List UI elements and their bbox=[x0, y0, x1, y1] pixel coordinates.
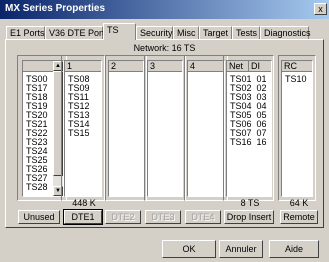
rc-count: 64 K bbox=[289, 198, 309, 208]
properties-window: MX Series Properties x E1 Ports V36 DTE … bbox=[0, 0, 329, 262]
unused-button[interactable]: Unused bbox=[18, 210, 60, 224]
dte3-header-label: 3 bbox=[148, 61, 182, 72]
list-item[interactable]: TS16 16 bbox=[230, 138, 267, 147]
rc-header-label: RC bbox=[282, 61, 312, 72]
dte1-group: 1 TS08 TS09 TS11 TS12 TS13 TS14 TS15 bbox=[61, 55, 105, 201]
tab-misc[interactable]: Misc bbox=[173, 26, 199, 39]
dte4-header-label: 4 bbox=[188, 61, 224, 72]
dte1-header-label: 1 bbox=[65, 61, 101, 72]
net-header-di: DI bbox=[249, 61, 271, 72]
ok-button[interactable]: OK bbox=[162, 240, 216, 258]
unused-list[interactable]: TS00 TS17 TS18 TS19 TS20 TS21 TS22 TS23 … bbox=[22, 60, 64, 197]
dte1-count: 448 K bbox=[72, 198, 96, 208]
net-group: Net DI TS01 01 TS02 02 TS03 03 TS04 04 T… bbox=[223, 55, 274, 201]
dte3-button[interactable]: DTE3 bbox=[145, 210, 181, 224]
dte2-list[interactable]: 2 bbox=[108, 60, 144, 197]
dte2-header-label: 2 bbox=[109, 61, 143, 72]
rc-list[interactable]: RC TS10 bbox=[281, 60, 313, 197]
rc-group: RC TS10 bbox=[278, 55, 316, 201]
tab-diagnostics[interactable]: Diagnostics bbox=[260, 26, 311, 39]
close-button[interactable]: x bbox=[314, 3, 327, 15]
dte1-list[interactable]: 1 TS08 TS09 TS11 TS12 TS13 TS14 TS15 bbox=[64, 60, 102, 197]
dte3-list[interactable]: 3 bbox=[147, 60, 183, 197]
list-item[interactable]: TS10 bbox=[285, 75, 307, 84]
dte3-group: 3 bbox=[144, 55, 186, 201]
net-header-net: Net bbox=[227, 61, 249, 72]
list-item[interactable]: TS28 bbox=[26, 183, 48, 192]
dte2-button[interactable]: DTE2 bbox=[105, 210, 141, 224]
dte1-button[interactable]: DTE1 bbox=[63, 209, 103, 225]
window-title: MX Series Properties bbox=[5, 3, 106, 14]
unused-group: TS00 TS17 TS18 TS19 TS20 TS21 TS22 TS23 … bbox=[17, 55, 67, 201]
unused-list-header bbox=[23, 61, 55, 72]
cancel-button[interactable]: Annuler bbox=[219, 240, 263, 258]
title-bar: MX Series Properties x bbox=[0, 0, 329, 19]
tab-tests[interactable]: Tests bbox=[232, 26, 260, 39]
dte2-group: 2 bbox=[105, 55, 147, 201]
remote-button[interactable]: Remote bbox=[280, 210, 318, 224]
help-button[interactable]: Aide bbox=[269, 240, 319, 258]
ts-panel: Network: 16 TS TS00 TS17 TS18 TS19 TS20 … bbox=[5, 39, 324, 228]
dte4-list[interactable]: 4 bbox=[187, 60, 225, 197]
net-count: 8 TS bbox=[240, 198, 260, 208]
tab-target[interactable]: Target bbox=[199, 26, 232, 39]
list-item[interactable]: TS15 bbox=[68, 129, 90, 138]
dte4-group: 4 bbox=[184, 55, 228, 201]
tab-e1-ports[interactable]: E1 Ports bbox=[6, 26, 45, 39]
network-label: Network: 16 TS bbox=[133, 43, 196, 53]
tab-ts[interactable]: TS bbox=[103, 23, 136, 40]
tab-v36-dte-port[interactable]: V36 DTE Port bbox=[45, 26, 105, 39]
net-list[interactable]: Net DI TS01 01 TS02 02 TS03 03 TS04 04 T… bbox=[226, 60, 272, 197]
drop-insert-button[interactable]: Drop Insert bbox=[224, 210, 274, 224]
dte4-button[interactable]: DTE4 bbox=[185, 210, 221, 224]
tab-security[interactable]: Security bbox=[136, 26, 173, 39]
dte1-list-header: 1 bbox=[65, 61, 101, 72]
